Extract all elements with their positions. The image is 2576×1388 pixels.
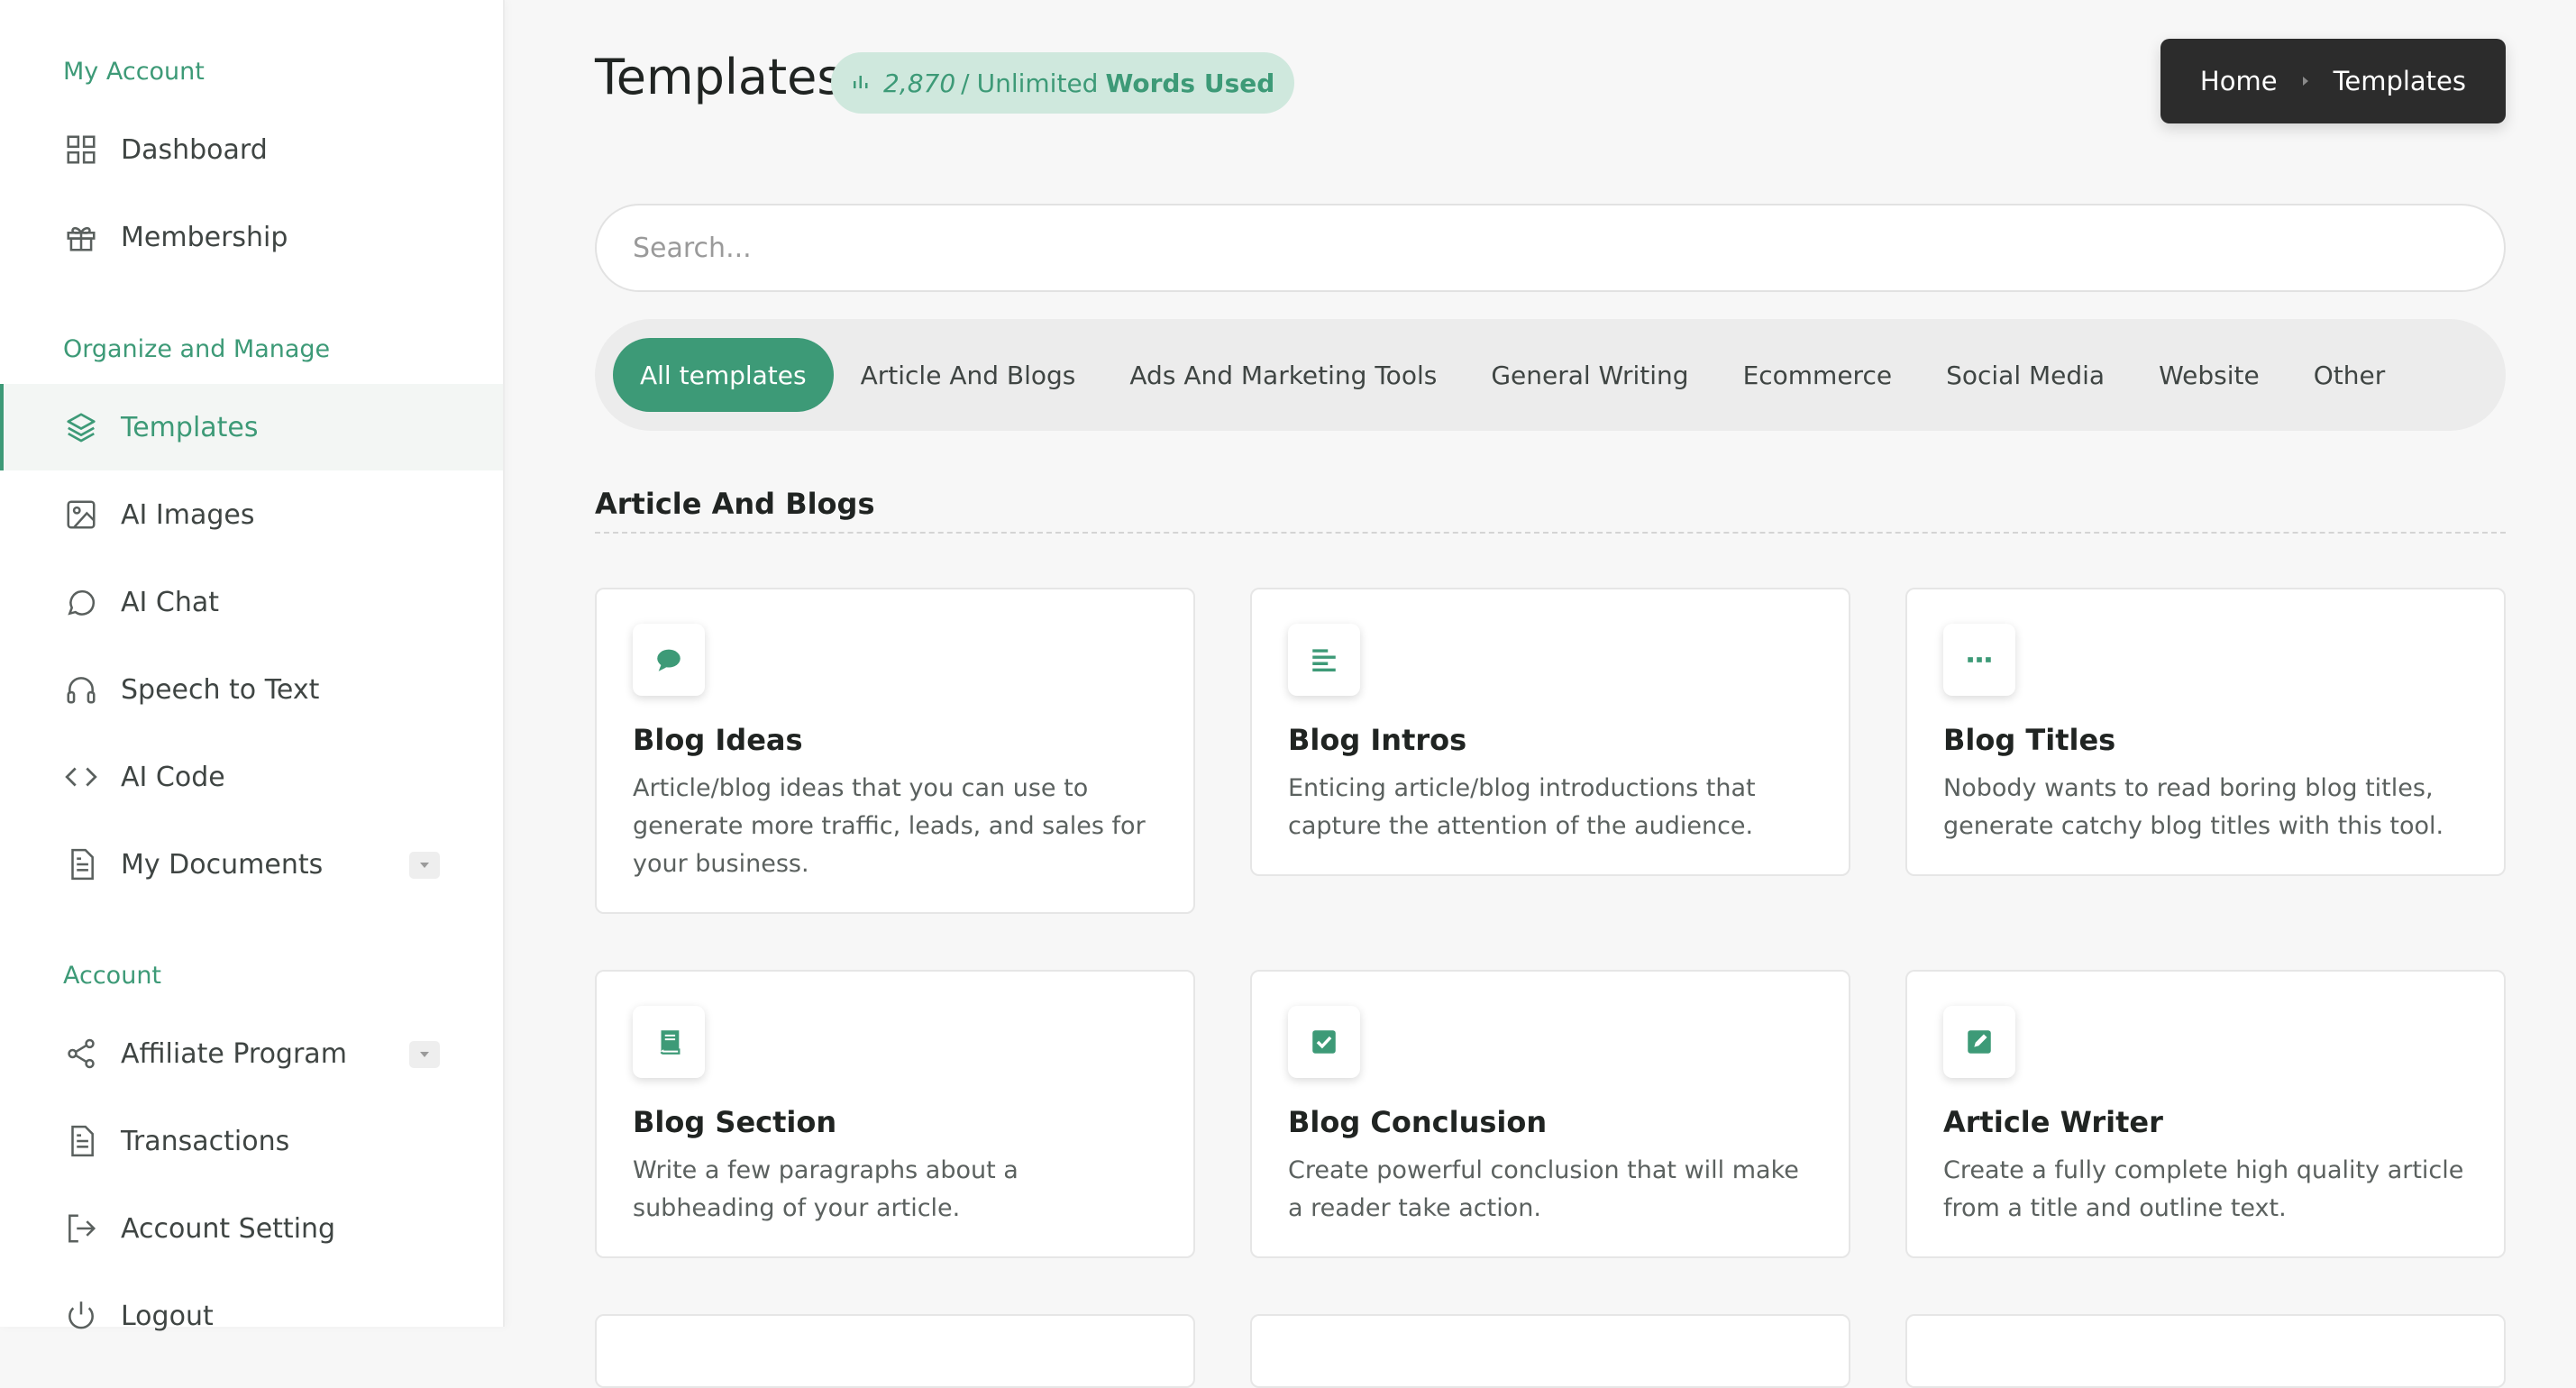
sidebar-item-label: Templates <box>121 411 259 443</box>
sidebar-item-label: Speech to Text <box>121 673 320 706</box>
card-title: Article Writer <box>1943 1105 2163 1139</box>
search-input[interactable] <box>595 204 2506 292</box>
breadcrumb: Home Templates <box>2160 39 2506 123</box>
sidebar-item-label: Membership <box>121 221 288 253</box>
page-title: Templates <box>595 49 843 105</box>
tab-ecommerce[interactable]: Ecommerce <box>1716 338 1920 412</box>
sidebar-item-label: Account Setting <box>121 1212 336 1245</box>
power-icon <box>63 1298 99 1334</box>
sidebar-item-dashboard[interactable]: Dashboard <box>0 106 503 193</box>
document-icon <box>63 1123 99 1159</box>
code-icon <box>63 759 99 795</box>
book-icon <box>633 1006 705 1078</box>
sidebar-item-transactions[interactable]: Transactions <box>0 1098 503 1184</box>
template-card-blog-conclusion[interactable]: Blog Conclusion Create powerful conclusi… <box>1250 970 1850 1258</box>
template-card-partial[interactable] <box>1250 1314 1850 1388</box>
card-title: Blog Conclusion <box>1288 1105 1548 1139</box>
sidebar-item-label: Affiliate Program <box>121 1037 347 1070</box>
bar-chart-icon <box>851 68 871 98</box>
chevron-right-icon <box>2301 70 2310 92</box>
sidebar-item-label: My Documents <box>121 848 324 881</box>
sidebar-item-label: AI Code <box>121 761 225 793</box>
sidebar-item-label: Dashboard <box>121 133 268 166</box>
card-title: Blog Ideas <box>633 723 803 757</box>
template-card-partial[interactable] <box>595 1314 1195 1388</box>
tab-social-media[interactable]: Social Media <box>1919 338 2132 412</box>
card-description: Enticing article/blog introductions that… <box>1288 774 1756 840</box>
sidebar-item-templates[interactable]: Templates <box>0 384 503 470</box>
grid-icon <box>63 132 99 168</box>
share-icon <box>63 1036 99 1072</box>
card-description: Create powerful conclusion that will mak… <box>1288 1156 1799 1222</box>
sidebar-item-my-documents[interactable]: My Documents <box>0 821 503 908</box>
align-left-icon <box>1288 624 1360 696</box>
image-icon <box>63 497 99 533</box>
words-used-badge: 2,870 / Unlimited Words Used <box>831 52 1295 114</box>
card-description: Article/blog ideas that you can use to g… <box>633 774 1146 878</box>
words-used-label: Words Used <box>1105 68 1275 98</box>
edit-square-icon <box>1943 1006 2015 1078</box>
card-title: Blog Intros <box>1288 723 1467 757</box>
sidebar-item-ai-images[interactable]: AI Images <box>0 471 503 558</box>
check-square-icon <box>1288 1006 1360 1078</box>
card-title: Blog Titles <box>1943 723 2116 757</box>
gift-icon <box>63 219 99 255</box>
sidebar-item-logout[interactable]: Logout <box>0 1273 503 1359</box>
sidebar-item-speech-to-text[interactable]: Speech to Text <box>0 646 503 733</box>
sidebar-item-account-setting[interactable]: Account Setting <box>0 1185 503 1272</box>
sidebar-section-my-account: My Account <box>63 58 205 86</box>
section-title: Article And Blogs <box>595 487 875 521</box>
logout-arrow-icon <box>63 1210 99 1246</box>
sidebar-item-label: Transactions <box>121 1125 290 1157</box>
filter-tabs: All templates Article And Blogs Ads And … <box>595 319 2506 431</box>
card-description: Create a fully complete high quality art… <box>1943 1156 2464 1222</box>
breadcrumb-home-link[interactable]: Home <box>2200 66 2278 96</box>
sidebar-item-label: AI Chat <box>121 586 220 618</box>
layers-icon <box>63 409 99 445</box>
words-used-limit: Unlimited <box>976 68 1099 98</box>
template-card-blog-intros[interactable]: Blog Intros Enticing article/blog introd… <box>1250 588 1850 876</box>
sidebar-item-ai-code[interactable]: AI Code <box>0 734 503 820</box>
template-card-partial[interactable] <box>1905 1314 2506 1388</box>
template-card-article-writer[interactable]: Article Writer Create a fully complete h… <box>1905 970 2506 1258</box>
tab-article-and-blogs[interactable]: Article And Blogs <box>834 338 1103 412</box>
comment-icon <box>633 624 705 696</box>
sidebar: My Account Dashboard Membership Organize… <box>0 0 505 1332</box>
dropdown-caret-icon[interactable] <box>409 852 440 879</box>
tab-website[interactable]: Website <box>2132 338 2287 412</box>
tab-other[interactable]: Other <box>2287 338 2413 412</box>
sidebar-item-membership[interactable]: Membership <box>0 194 503 280</box>
document-icon <box>63 846 99 882</box>
template-card-blog-section[interactable]: Blog Section Write a few paragraphs abou… <box>595 970 1195 1258</box>
template-card-blog-titles[interactable]: Blog Titles Nobody wants to read boring … <box>1905 588 2506 876</box>
sidebar-section-account: Account <box>63 962 162 990</box>
chat-bubble-icon <box>63 584 99 620</box>
main-content: Templates 2,870 / Unlimited Words Used H… <box>595 0 2506 1388</box>
sidebar-item-affiliate-program[interactable]: Affiliate Program <box>0 1010 503 1097</box>
headphones-icon <box>63 671 99 708</box>
tab-all-templates[interactable]: All templates <box>613 338 834 412</box>
card-description: Write a few paragraphs about a subheadin… <box>633 1156 1019 1222</box>
sidebar-item-label: Logout <box>121 1300 214 1332</box>
tab-general-writing[interactable]: General Writing <box>1464 338 1715 412</box>
ellipsis-icon <box>1943 624 2015 696</box>
words-used-separator: / <box>961 68 970 98</box>
section-divider <box>595 532 2506 534</box>
card-title: Blog Section <box>633 1105 837 1139</box>
tab-ads-and-marketing-tools[interactable]: Ads And Marketing Tools <box>1102 338 1464 412</box>
sidebar-item-label: AI Images <box>121 498 255 531</box>
dropdown-caret-icon[interactable] <box>409 1041 440 1068</box>
card-description: Nobody wants to read boring blog titles,… <box>1943 774 2444 840</box>
sidebar-section-organize: Organize and Manage <box>63 335 331 363</box>
words-used-count: 2,870 <box>883 68 956 98</box>
breadcrumb-current: Templates <box>2333 66 2466 96</box>
template-card-blog-ideas[interactable]: Blog Ideas Article/blog ideas that you c… <box>595 588 1195 914</box>
sidebar-item-ai-chat[interactable]: AI Chat <box>0 559 503 645</box>
